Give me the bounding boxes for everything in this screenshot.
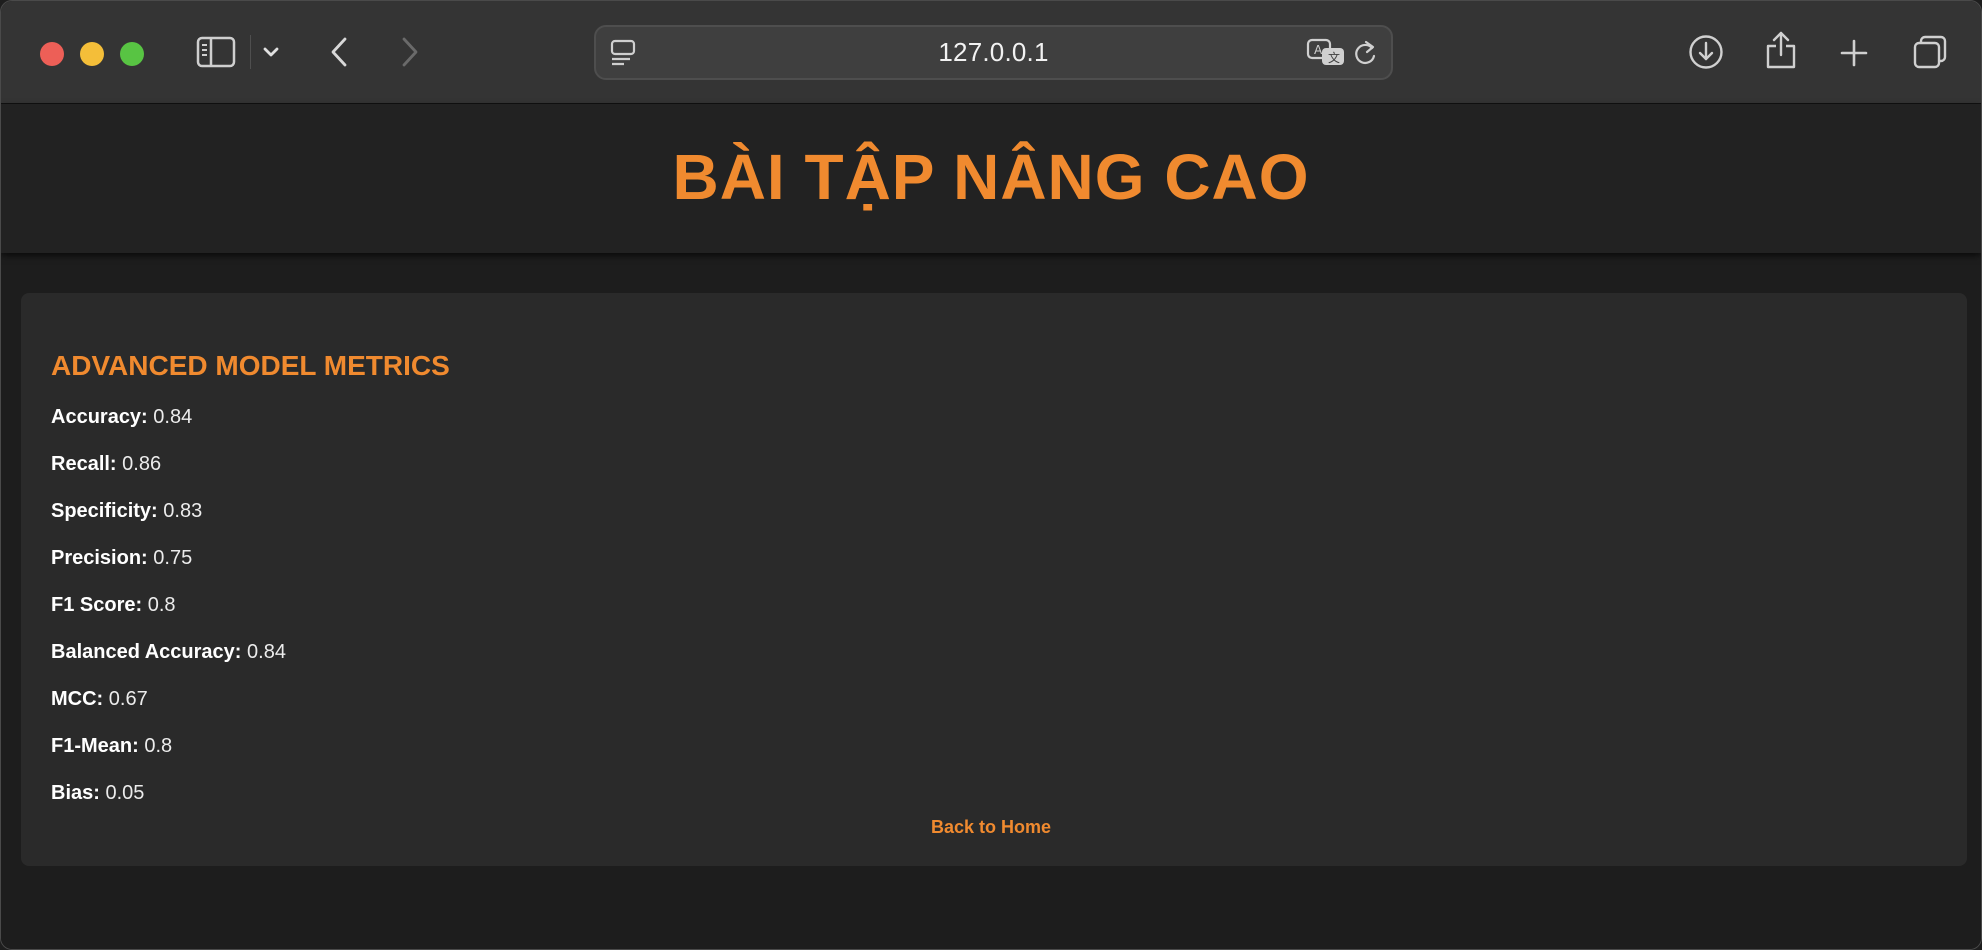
metrics-card: ADVANCED MODEL METRICS Accuracy: 0.84 Re… bbox=[21, 293, 1967, 866]
close-window-button[interactable] bbox=[40, 42, 64, 66]
svg-text:A: A bbox=[1314, 43, 1323, 57]
share-icon[interactable] bbox=[1763, 29, 1799, 71]
svg-text:文: 文 bbox=[1328, 50, 1340, 65]
tab-overview-icon[interactable] bbox=[1911, 33, 1949, 71]
metric-label: Balanced Accuracy: bbox=[51, 641, 242, 663]
forward-arrow-icon[interactable] bbox=[394, 35, 426, 69]
metric-label: MCC: bbox=[51, 688, 104, 710]
metric-row: Specificity: 0.83 bbox=[51, 500, 1937, 523]
plus-icon[interactable] bbox=[1837, 36, 1871, 70]
metric-row: F1 Score: 0.8 bbox=[51, 594, 1937, 617]
metric-value: 0.84 bbox=[247, 641, 286, 663]
reload-icon[interactable] bbox=[1350, 38, 1380, 68]
minimize-window-button[interactable] bbox=[80, 42, 104, 66]
metric-value: 0.86 bbox=[122, 453, 162, 475]
maximize-window-button[interactable] bbox=[120, 42, 144, 66]
page-header: BÀI TẬP NÂNG CAO bbox=[1, 104, 1981, 253]
back-arrow-icon[interactable] bbox=[323, 35, 355, 69]
metric-row: Balanced Accuracy: 0.84 bbox=[51, 641, 1937, 664]
back-to-home-link[interactable]: Back to Home bbox=[1, 817, 1981, 838]
metrics-list: Accuracy: 0.84 Recall: 0.86 Specificity:… bbox=[51, 406, 1937, 805]
page-title: BÀI TẬP NÂNG CAO bbox=[672, 140, 1310, 213]
metric-label: F1 Score: bbox=[51, 594, 143, 616]
browser-window: 127.0.0.1 A 文 BÀI TẬP NÂNG CAO ADVANCED … bbox=[0, 0, 1982, 950]
section-title: ADVANCED MODEL METRICS bbox=[51, 350, 450, 381]
metric-label: F1-Mean: bbox=[51, 735, 139, 757]
url-text[interactable]: 127.0.0.1 bbox=[596, 27, 1391, 78]
metric-value: 0.83 bbox=[163, 500, 203, 522]
metric-label: Recall: bbox=[51, 453, 117, 475]
metric-value: 0.8 bbox=[144, 735, 173, 757]
sidebar-icon[interactable] bbox=[194, 34, 238, 70]
metric-value: 0.84 bbox=[153, 406, 193, 428]
metric-value: 0.05 bbox=[105, 782, 145, 804]
metric-row: Accuracy: 0.84 bbox=[51, 406, 1937, 429]
metric-label: Accuracy: bbox=[51, 406, 148, 428]
translate-icon[interactable]: A 文 bbox=[1306, 36, 1346, 70]
metric-value: 0.75 bbox=[153, 547, 193, 569]
metric-value: 0.67 bbox=[108, 688, 148, 710]
metric-row: MCC: 0.67 bbox=[51, 688, 1937, 711]
toolbar-divider bbox=[250, 35, 251, 69]
chevron-down-icon[interactable] bbox=[259, 41, 283, 63]
metric-row: Bias: 0.05 bbox=[51, 782, 1937, 805]
address-bar[interactable]: 127.0.0.1 A 文 bbox=[594, 25, 1393, 80]
metric-label: Specificity: bbox=[51, 500, 158, 522]
metric-row: Recall: 0.86 bbox=[51, 453, 1937, 476]
download-icon[interactable] bbox=[1687, 33, 1725, 71]
metric-value: 0.8 bbox=[147, 594, 176, 616]
metric-label: Precision: bbox=[51, 547, 148, 569]
metric-row: F1-Mean: 0.8 bbox=[51, 735, 1937, 758]
browser-toolbar: 127.0.0.1 A 文 bbox=[1, 1, 1981, 104]
metric-label: Bias: bbox=[51, 782, 100, 804]
metric-row: Precision: 0.75 bbox=[51, 547, 1937, 570]
